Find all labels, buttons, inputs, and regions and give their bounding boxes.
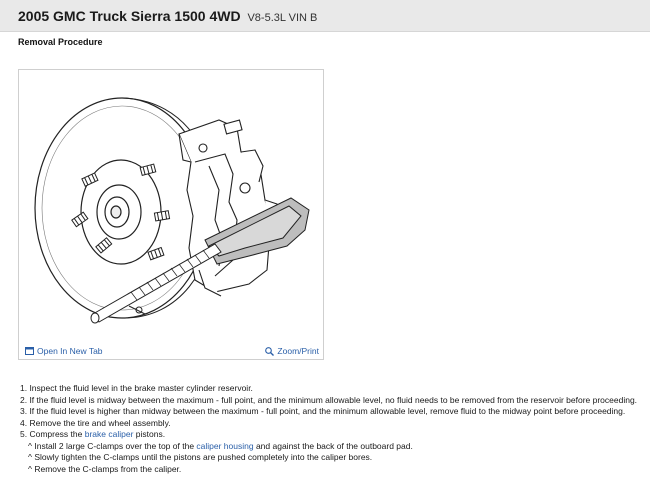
brake-caliper-link[interactable]: brake caliper [85, 429, 134, 439]
brake-caliper-illustration [34, 97, 310, 324]
step-2: 2. If the fluid level is midway between … [20, 394, 638, 405]
substep-1-text-post: and against the back of the outboard pad… [253, 440, 413, 451]
substep-3: ^ Remove the C-clamps from the caliper. [28, 463, 182, 474]
substep-2: ^ Slowly tighten the C-clamps until the … [28, 452, 373, 462]
step-4: 4. Remove the tire and wheel assembly. [20, 417, 171, 428]
figure-panel: Open In New Tab Zoom/Print [18, 69, 324, 360]
section-title: Removal Procedure [18, 37, 103, 47]
vehicle-title: 2005 GMC Truck Sierra 1500 4WD [18, 8, 241, 24]
engine-subtitle: V8-5.3L VIN B [247, 12, 318, 24]
open-window-icon [25, 347, 34, 355]
step-1: 1. Inspect the fluid level in the brake … [20, 383, 253, 393]
magnifier-icon [265, 346, 275, 356]
page-header: 2005 GMC Truck Sierra 1500 4WD V8-5.3L V… [0, 0, 650, 32]
step-5: 5. Compress the brake caliper pistons. [20, 429, 645, 441]
procedure-steps: 1. Inspect the fluid level in the brake … [20, 383, 645, 475]
step-5-text-pre: 5. Compress the [20, 429, 85, 439]
page-title: 2005 GMC Truck Sierra 1500 4WD V8-5.3L V… [18, 8, 317, 24]
step-3: 3. If the fluid level is higher than mid… [20, 406, 626, 416]
substep-1-text-pre: ^ Install 2 large C-clamps over the top … [28, 440, 197, 451]
open-new-tab-link[interactable]: Open In New Tab [25, 346, 103, 356]
zoom-print-link[interactable]: Zoom/Print [265, 346, 319, 356]
zoom-print-label: Zoom/Print [277, 346, 319, 356]
caliper-housing-link[interactable]: caliper housing [196, 441, 253, 451]
step-5-text-post: pistons. [133, 429, 166, 439]
open-new-tab-label: Open In New Tab [37, 346, 103, 356]
substep-1: ^ Install 2 large C-clamps over the top … [20, 441, 645, 453]
